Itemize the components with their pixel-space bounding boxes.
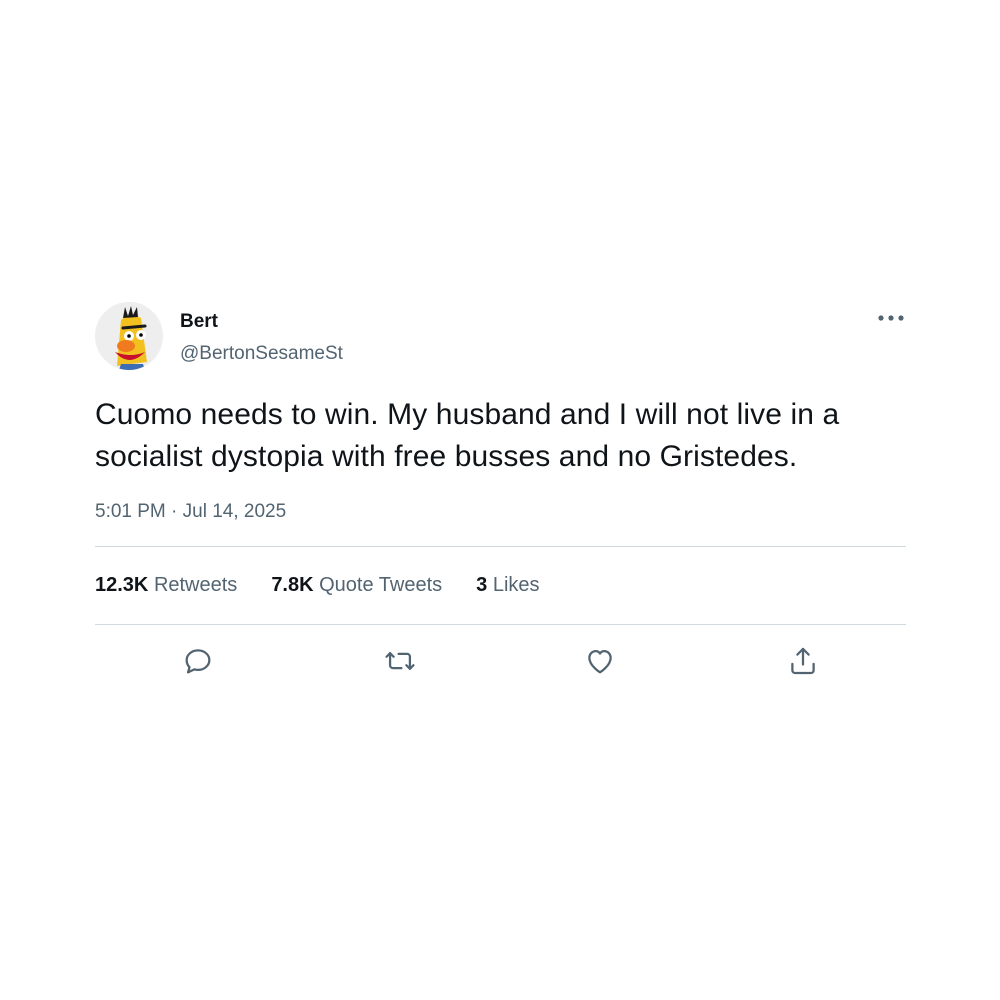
like-button[interactable] [583, 644, 617, 678]
quote-tweets-label: Quote Tweets [319, 574, 443, 596]
tweet-stats: 12.3K Retweets 7.8K Quote Tweets 3 Likes [95, 547, 906, 624]
retweets-label: Retweets [153, 574, 238, 596]
retweet-button[interactable] [383, 644, 417, 678]
likes-stat[interactable]: 3 Likes [476, 574, 539, 597]
tweet-timestamp[interactable]: 5:01 PM · Jul 14, 2025 [95, 500, 906, 524]
tweet-text: Cuomo needs to win. My husband and I wil… [95, 398, 840, 473]
likes-label: Likes [492, 574, 540, 596]
tweet-card: Bert @BertonSesameSt Cuomo needs to win.… [95, 300, 906, 696]
share-icon [791, 647, 815, 675]
share-button[interactable] [786, 644, 820, 678]
retweets-count: 12.3K [95, 574, 149, 596]
retweet-icon [385, 652, 415, 670]
quote-tweets-stat[interactable]: 7.8K Quote Tweets [271, 574, 442, 597]
retweets-stat[interactable]: 12.3K Retweets [95, 574, 237, 597]
avatar[interactable] [95, 302, 163, 370]
display-name[interactable]: Bert [180, 310, 343, 334]
likes-count: 3 [476, 574, 488, 596]
quote-tweets-count: 7.8K [271, 574, 314, 596]
tweet-header: Bert @BertonSesameSt [95, 300, 906, 372]
reply-button[interactable] [181, 644, 215, 678]
heart-icon [588, 649, 612, 674]
reply-icon [185, 649, 211, 674]
author-names: Bert @BertonSesameSt [180, 310, 343, 366]
user-handle[interactable]: @BertonSesameSt [180, 342, 343, 366]
tweet-actions [95, 625, 906, 695]
more-options-button[interactable] [876, 306, 906, 330]
more-icon [878, 315, 904, 321]
bert-avatar-icon [95, 302, 163, 370]
